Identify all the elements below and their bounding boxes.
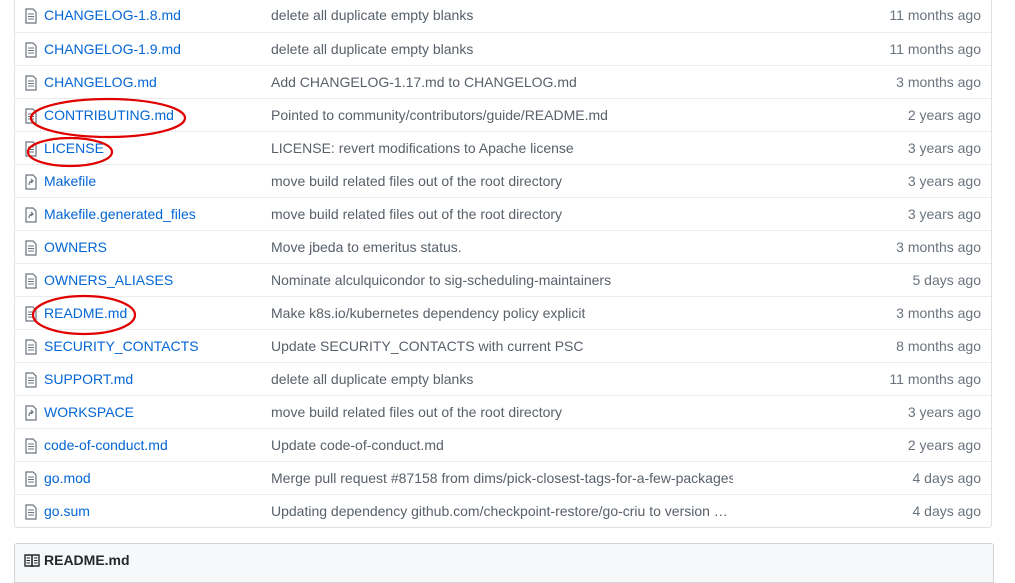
commit-age: 8 months ago: [896, 338, 981, 354]
commit-age: 3 years ago: [907, 140, 981, 156]
commit-message-link[interactable]: Add CHANGELOG-1.17.md to CHANGELOG.md: [271, 66, 577, 99]
file-name-link[interactable]: README.md: [44, 297, 127, 330]
file-text-icon: [25, 372, 39, 388]
file-row: README.md Make k8s.io/kubernetes dependen…: [15, 296, 991, 329]
file-row: SECURITY_CONTACTS Update SECURITY_CONTACT…: [15, 329, 991, 362]
commit-message-link[interactable]: delete all duplicate empty blanks: [271, 363, 473, 396]
commit-message-link[interactable]: LICENSE: revert modifications to Apache …: [271, 132, 574, 165]
file-name-link[interactable]: CHANGELOG-1.8.md: [44, 0, 181, 32]
commit-age: 3 years ago: [907, 173, 981, 189]
file-row: LICENSE LICENSE: revert modifications to …: [15, 131, 991, 164]
file-text-icon: [25, 141, 39, 157]
file-row: CONTRIBUTING.md Pointed to community/cont…: [15, 98, 991, 131]
commit-age: 11 months ago: [889, 41, 981, 57]
commit-age: 2 years ago: [907, 437, 981, 453]
file-name-link[interactable]: code-of-conduct.md: [44, 429, 168, 462]
file-name-link[interactable]: LICENSE: [44, 132, 104, 165]
file-row: CHANGELOG-1.9.md delete all duplicate emp…: [15, 32, 991, 65]
file-name-link[interactable]: SUPPORT.md: [44, 363, 133, 396]
commit-message-link[interactable]: Update code-of-conduct.md: [271, 429, 444, 462]
readme-title: README.md: [44, 552, 130, 568]
file-row: code-of-conduct.md Update code-of-conduct…: [15, 428, 991, 461]
commit-age: 3 years ago: [907, 404, 981, 420]
file-text-icon: [25, 108, 39, 124]
commit-age: 3 months ago: [896, 305, 981, 321]
file-row: go.sum Updating dependency github.com/che…: [15, 494, 991, 527]
file-text-icon: [25, 471, 39, 487]
commit-message-link[interactable]: delete all duplicate empty blanks: [271, 33, 473, 66]
file-row: Makefile.generated_files move build relat…: [15, 197, 991, 230]
commit-age: 4 days ago: [912, 470, 982, 486]
commit-message-link[interactable]: delete all duplicate empty blanks: [271, 0, 473, 32]
file-row: OWNERS_ALIASES Nominate alculquicondor to…: [15, 263, 991, 296]
commit-age: 11 months ago: [889, 371, 981, 387]
file-name-link[interactable]: go.mod: [44, 462, 91, 495]
book-icon: [24, 554, 40, 568]
file-name-link[interactable]: OWNERS: [44, 231, 107, 264]
file-text-icon: [25, 438, 39, 454]
commit-message-link[interactable]: Updating dependency github.com/checkpoin…: [271, 495, 728, 528]
file-name-link[interactable]: go.sum: [44, 495, 90, 528]
file-text-icon: [25, 339, 39, 355]
file-name-link[interactable]: WORKSPACE: [44, 396, 134, 429]
file-row: CHANGELOG.md Add CHANGELOG-1.17.md to CHA…: [15, 65, 991, 98]
file-name-link[interactable]: SECURITY_CONTACTS: [44, 330, 199, 363]
file-text-icon: [25, 75, 39, 91]
file-name-link[interactable]: CHANGELOG-1.9.md: [44, 33, 181, 66]
file-row: CHANGELOG-1.8.md delete all duplicate emp…: [15, 0, 991, 32]
file-name-link[interactable]: OWNERS_ALIASES: [44, 264, 173, 297]
commit-message-link[interactable]: move build related files out of the root…: [271, 165, 562, 198]
symlink-icon: [25, 207, 39, 223]
file-list: CHANGELOG-1.8.md delete all duplicate emp…: [14, 0, 992, 528]
commit-message-link[interactable]: move build related files out of the root…: [271, 198, 562, 231]
commit-age: 3 months ago: [896, 239, 981, 255]
commit-message-link[interactable]: Merge pull request #87158 from dims/pick…: [271, 462, 733, 495]
commit-message-link[interactable]: Make k8s.io/kubernetes dependency policy…: [271, 297, 585, 330]
symlink-icon: [25, 405, 39, 421]
commit-age: 11 months ago: [889, 7, 981, 23]
readme-header: README.md: [14, 543, 994, 583]
commit-message-link[interactable]: Move jbeda to emeritus status.: [271, 231, 462, 264]
file-name-link[interactable]: CONTRIBUTING.md: [44, 99, 174, 132]
commit-age: 3 years ago: [907, 206, 981, 222]
file-row: OWNERS Move jbeda to emeritus status. 3 mo…: [15, 230, 991, 263]
commit-message-link[interactable]: Pointed to community/contributors/guide/…: [271, 99, 608, 132]
commit-age: 3 months ago: [896, 74, 981, 90]
file-text-icon: [25, 42, 39, 58]
file-text-icon: [25, 273, 39, 289]
file-text-icon: [25, 240, 39, 256]
commit-message-link[interactable]: Nominate alculquicondor to sig-schedulin…: [271, 264, 611, 297]
file-row: go.mod Merge pull request #87158 from dim…: [15, 461, 991, 494]
file-row: WORKSPACE move build related files out of…: [15, 395, 991, 428]
file-row: SUPPORT.md delete all duplicate empty bla…: [15, 362, 991, 395]
file-text-icon: [25, 8, 39, 24]
commit-age: 2 years ago: [907, 107, 981, 123]
file-name-link[interactable]: CHANGELOG.md: [44, 66, 157, 99]
commit-message-link[interactable]: move build related files out of the root…: [271, 396, 562, 429]
commit-age: 4 days ago: [912, 503, 982, 519]
commit-message-link[interactable]: Update SECURITY_CONTACTS with current PS…: [271, 330, 584, 363]
file-name-link[interactable]: Makefile.generated_files: [44, 198, 196, 231]
symlink-icon: [25, 174, 39, 190]
file-text-icon: [25, 306, 39, 322]
commit-age: 5 days ago: [912, 272, 982, 288]
file-name-link[interactable]: Makefile: [44, 165, 96, 198]
file-row: Makefile move build related files out of …: [15, 164, 991, 197]
file-text-icon: [25, 504, 39, 520]
